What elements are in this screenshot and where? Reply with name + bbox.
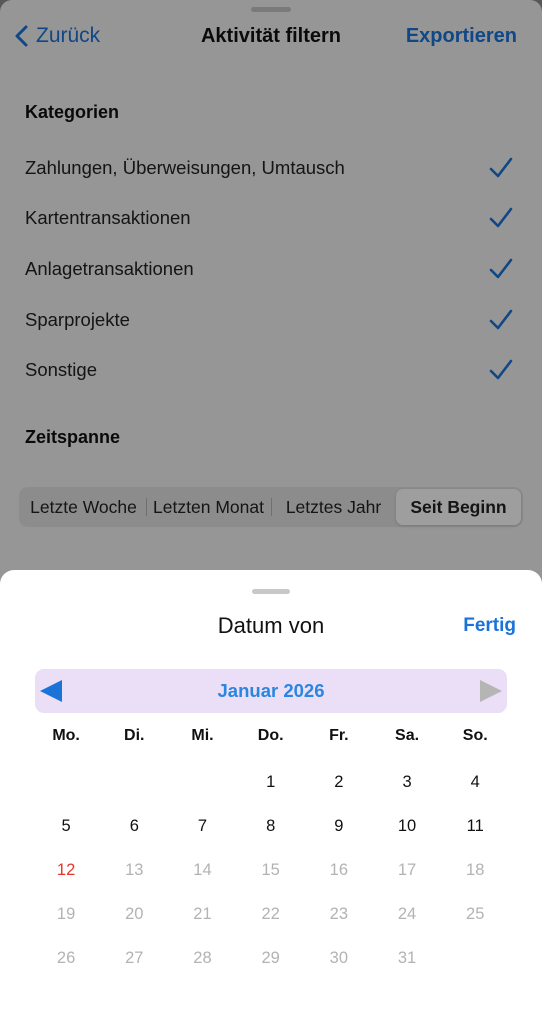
calendar-day: 26 bbox=[56, 949, 76, 967]
weekday-label: Mo. bbox=[52, 727, 80, 744]
calendar-day: 27 bbox=[125, 949, 144, 967]
month-navigator: Januar 2026 bbox=[35, 669, 507, 713]
calendar-day: 24 bbox=[397, 905, 417, 923]
calendar-day: 16 bbox=[329, 861, 349, 879]
calendar-day[interactable]: 4 bbox=[441, 760, 509, 804]
calendar-day: 20 bbox=[125, 905, 144, 923]
calendar-week-row: 12 13 14 15 16 17 18 bbox=[32, 848, 509, 892]
calendar-day: 22 bbox=[261, 905, 280, 923]
calendar-empty-cell bbox=[100, 760, 168, 804]
calendar-day[interactable]: 2 bbox=[305, 760, 373, 804]
calendar-grid: Mo. Di. Mi. Do. Fr. Sa. So. 1 2 3 4 5 6 7 8 9 10 11 12 13 1… bbox=[32, 722, 509, 980]
sheet-grabber[interactable] bbox=[252, 589, 290, 594]
weekday-label: So. bbox=[462, 727, 488, 744]
calendar-day: 30 bbox=[329, 949, 349, 967]
calendar-day[interactable]: 11 bbox=[441, 804, 509, 848]
calendar-day: 23 bbox=[329, 905, 349, 923]
calendar-day: 18 bbox=[466, 861, 485, 879]
calendar-day: 28 bbox=[193, 949, 212, 967]
calendar-week-row: 1234 bbox=[32, 760, 509, 804]
calendar-day: 15 bbox=[261, 861, 280, 879]
calendar-week-row: 26 27 28 29 30 31 bbox=[32, 936, 509, 980]
calendar-day[interactable]: 6 bbox=[100, 804, 168, 848]
calendar-day[interactable]: 9 bbox=[305, 804, 373, 848]
calendar-day: 31 bbox=[397, 949, 417, 967]
weekday-header: Mo. Di. Mi. Do. Fr. Sa. So. bbox=[32, 722, 509, 750]
sheet-title: Datum von bbox=[217, 613, 325, 638]
calendar-days: 1 2 3 4 5 6 7 8 9 10 11 12 13 14 15 16 17 18 19 20 21 22 23 24 2… bbox=[32, 760, 509, 980]
calendar-week-row: 19 20 21 22 23 24 25 bbox=[32, 892, 509, 936]
calendar-week-row: 5 6 7 8 9 10 11 bbox=[32, 804, 509, 848]
calendar-empty-cell bbox=[168, 760, 236, 804]
calendar-day: 13 bbox=[125, 861, 144, 879]
weekday-label: Di. bbox=[124, 727, 145, 744]
month-label: Januar 2026 bbox=[217, 680, 325, 701]
calendar-empty-cell bbox=[32, 760, 100, 804]
calendar-day[interactable]: 3 bbox=[373, 760, 441, 804]
calendar-day[interactable]: 10 bbox=[373, 804, 441, 848]
calendar-day: 29 bbox=[261, 949, 280, 967]
calendar-empty-cell bbox=[441, 936, 509, 980]
done-button[interactable]: Fertig bbox=[463, 610, 516, 642]
triangle-right-icon[interactable] bbox=[479, 679, 503, 703]
weekday-label: Fr. bbox=[329, 727, 349, 744]
calendar-day[interactable]: 1 bbox=[237, 760, 305, 804]
date-picker-sheet: Datum von Fertig Januar 2026 Mo. Di. Mi. Do… bbox=[0, 570, 542, 1024]
weekday-label: Mi. bbox=[191, 727, 214, 744]
calendar-day: 17 bbox=[397, 861, 417, 879]
calendar-day: 25 bbox=[466, 905, 485, 923]
weekday-label: Do. bbox=[257, 727, 284, 744]
calendar-day[interactable]: 7 bbox=[168, 804, 236, 848]
weekday-label: Sa. bbox=[395, 727, 420, 744]
calendar-day[interactable]: 5 bbox=[32, 804, 100, 848]
calendar-day[interactable]: 12 bbox=[32, 848, 100, 892]
calendar-day[interactable]: 8 bbox=[237, 804, 305, 848]
calendar-day: 19 bbox=[56, 905, 76, 923]
calendar-day: 21 bbox=[193, 905, 212, 923]
calendar-day: 14 bbox=[193, 861, 212, 879]
